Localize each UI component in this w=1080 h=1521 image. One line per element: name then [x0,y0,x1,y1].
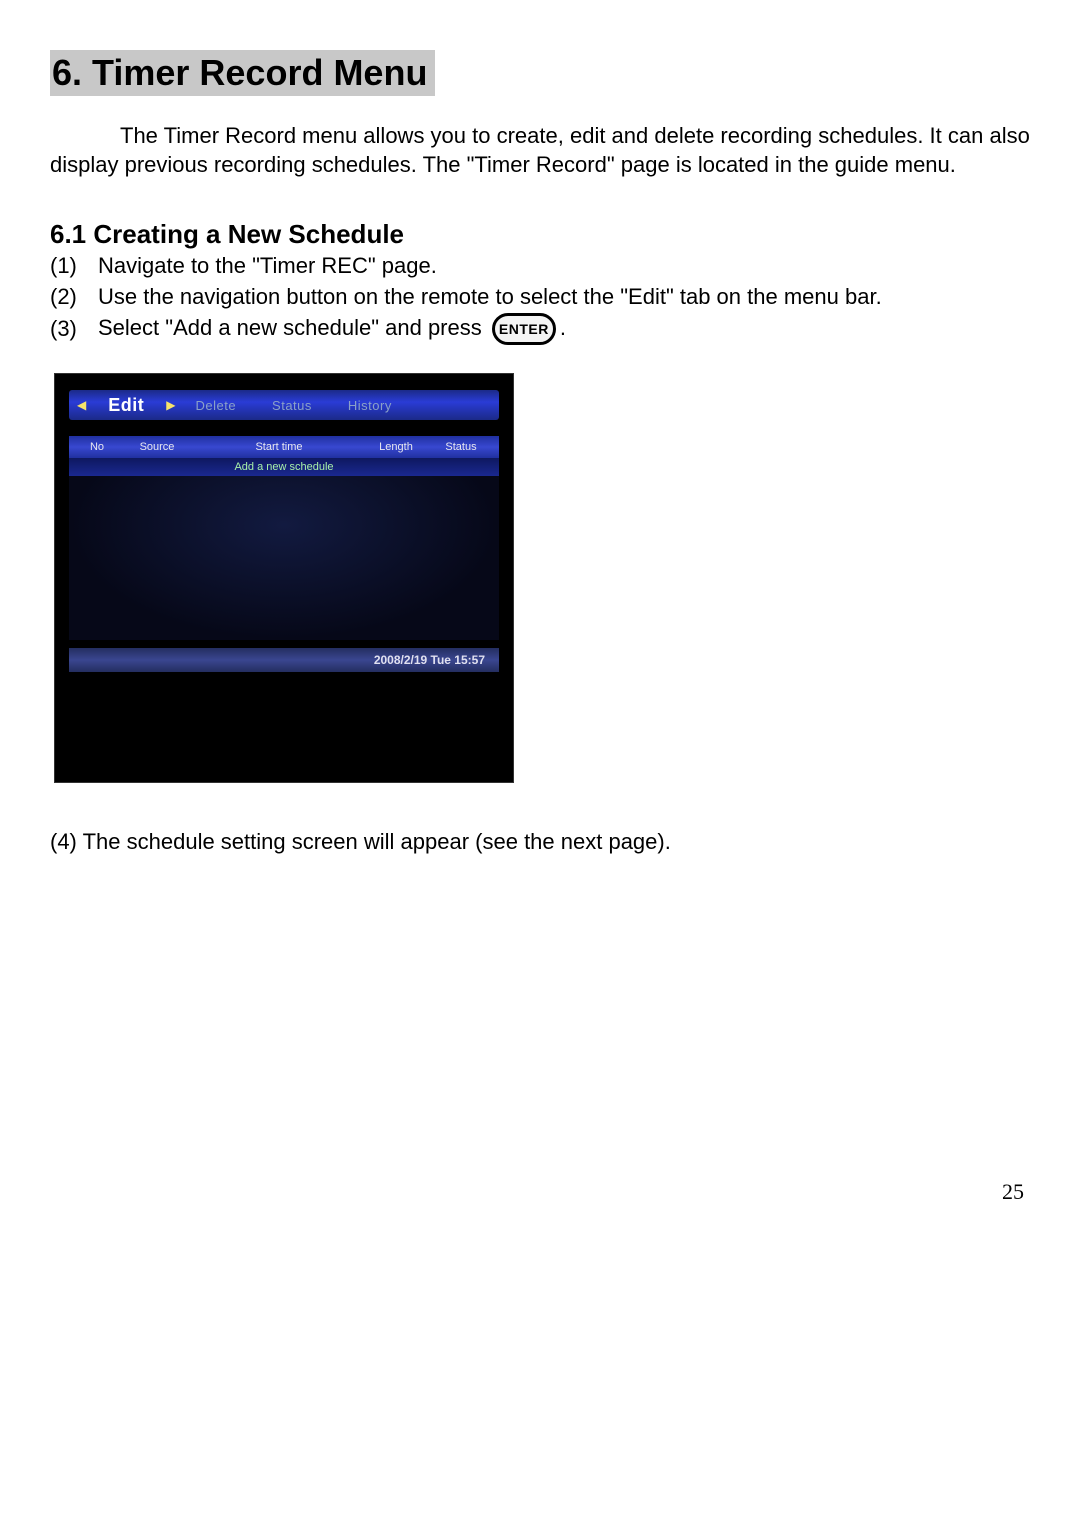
step-text: Select "Add a new schedule" and press EN… [98,313,1030,345]
current-datetime: 2008/2/19 Tue 15:57 [374,653,485,667]
chevron-left-icon: ◀ [75,398,88,412]
tab-bar: ◀ Edit ▶ Delete Status History [69,390,499,420]
step-3-after: . [560,315,566,340]
schedule-table-body [69,476,499,640]
step-text: Use the navigation button on the remote … [98,283,1030,312]
section-heading: 6. Timer Record Menu [50,50,435,96]
step-1: (1) Navigate to the "Timer REC" page. [50,252,1030,281]
embedded-ui-screenshot: ◀ Edit ▶ Delete Status History No Source… [54,373,514,783]
step-number: (1) [50,252,98,281]
col-header-no: No [77,441,117,453]
step-text: Navigate to the "Timer REC" page. [98,252,1030,281]
step-number: (3) [50,315,98,344]
intro-paragraph: The Timer Record menu allows you to crea… [50,122,1030,179]
tab-delete[interactable]: Delete [177,398,254,413]
status-bar: 2008/2/19 Tue 15:57 [69,648,499,672]
step-4-text: (4) The schedule setting screen will app… [50,829,1030,855]
enter-button-icon: ENTER [492,313,556,345]
steps-list: (1) Navigate to the "Timer REC" page. (2… [50,252,1030,345]
add-new-schedule-row[interactable]: Add a new schedule [69,458,499,476]
tab-edit[interactable]: Edit [88,395,164,416]
col-header-status: Status [431,441,491,453]
step-3-before: Select "Add a new schedule" and press [98,315,482,340]
col-header-length: Length [361,441,431,453]
tab-history[interactable]: History [330,398,410,413]
intro-text: The Timer Record menu allows you to crea… [50,123,1030,177]
step-number: (2) [50,283,98,312]
table-header-row: No Source Start time Length Status [69,436,499,458]
tab-status[interactable]: Status [254,398,330,413]
subsection-heading: 6.1 Creating a New Schedule [50,219,1030,250]
step-2: (2) Use the navigation button on the rem… [50,283,1030,312]
col-header-source: Source [117,441,197,453]
col-header-start-time: Start time [197,441,361,453]
chevron-right-icon: ▶ [164,398,177,412]
step-3: (3) Select "Add a new schedule" and pres… [50,313,1030,345]
page-number: 25 [1002,1179,1024,1205]
